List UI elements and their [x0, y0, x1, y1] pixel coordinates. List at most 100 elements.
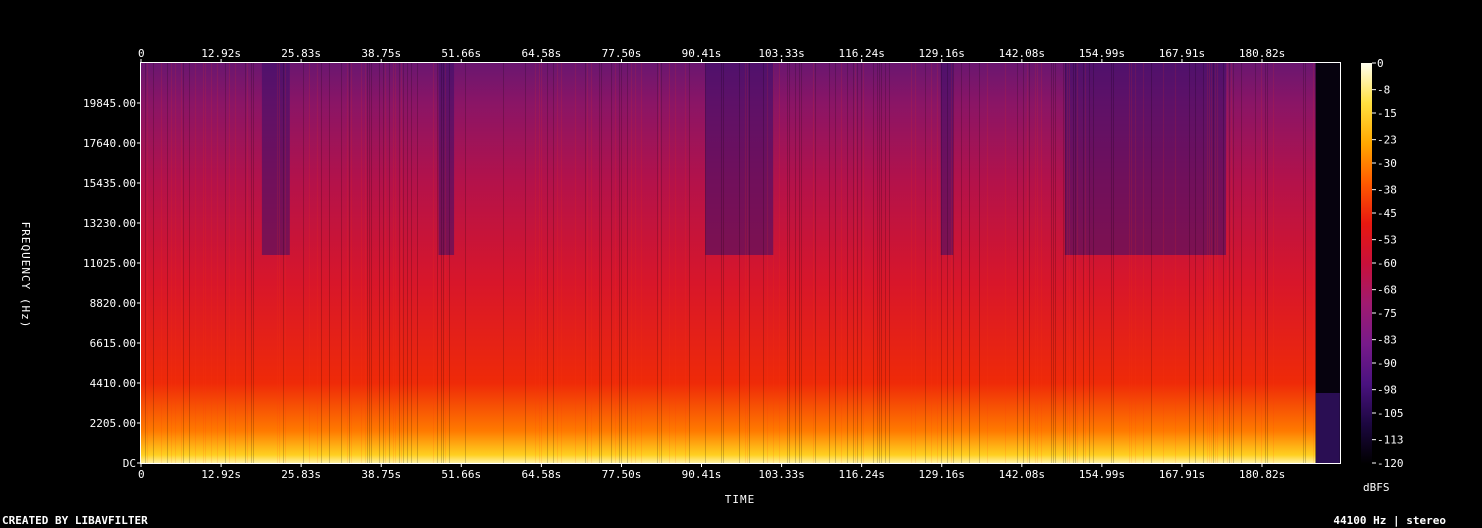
streak — [147, 63, 148, 463]
streak — [669, 63, 670, 463]
streak — [329, 63, 330, 463]
streak — [407, 63, 408, 463]
x-axis-label: TIME — [725, 493, 756, 506]
streak — [525, 63, 526, 463]
x-tick-label: 180.82s — [1239, 47, 1285, 60]
colorbar-tick-label: -23 — [1377, 134, 1397, 147]
streak — [535, 63, 536, 463]
streak — [1227, 63, 1228, 463]
streak — [789, 63, 790, 463]
colorbar-tick-label: -38 — [1377, 184, 1397, 197]
streak — [445, 63, 446, 463]
streak — [195, 63, 196, 463]
streak — [367, 63, 368, 463]
x-tick-label: 167.91s — [1159, 47, 1205, 60]
streak — [1131, 63, 1132, 463]
streak — [685, 63, 686, 463]
streak — [417, 63, 418, 463]
x-tick-label: 129.16s — [919, 47, 965, 60]
streak — [225, 63, 226, 463]
streak — [951, 63, 952, 463]
streak — [285, 63, 286, 463]
x-tick-label: 25.83s — [281, 47, 321, 60]
streak — [1073, 63, 1074, 463]
streak — [745, 63, 746, 463]
streak — [441, 63, 442, 463]
streak — [541, 63, 542, 463]
colorbar-tick-label: -15 — [1377, 107, 1397, 120]
streak — [1085, 63, 1086, 463]
streak — [801, 63, 802, 463]
streak — [1241, 63, 1242, 463]
streak — [1267, 63, 1268, 463]
streak — [877, 63, 878, 463]
y-tick-label: 13230.00 — [83, 217, 136, 230]
streak — [1055, 63, 1056, 463]
streak — [987, 63, 988, 463]
streak — [283, 63, 284, 463]
streak — [1215, 63, 1216, 463]
x-tick-label: 0 — [138, 468, 145, 481]
streak — [575, 63, 576, 463]
streak — [393, 63, 394, 463]
x-tick-label: 12.92s — [201, 468, 241, 481]
x-tick-label: 51.66s — [441, 47, 481, 60]
streak — [641, 63, 642, 463]
streak — [1051, 63, 1052, 463]
streak — [153, 63, 154, 463]
streak — [553, 63, 554, 463]
spectrogram-image — [141, 63, 1340, 463]
streak — [861, 63, 862, 463]
colorbar-tick-label: -90 — [1377, 357, 1397, 370]
streak — [253, 63, 254, 463]
streak — [661, 63, 662, 463]
streak — [403, 63, 404, 463]
streak — [947, 63, 948, 463]
colorbar-ticks: 0 -8 -15 -23 -30 -38 -45 -53 -60 -68 -75 -83 -90 -98 -… — [1372, 57, 1404, 470]
colorbar-tick-label: -75 — [1377, 307, 1397, 320]
streak — [621, 63, 622, 463]
streak — [773, 63, 774, 463]
streak — [631, 63, 632, 463]
streak — [369, 63, 370, 463]
streak — [635, 63, 636, 463]
quiet-region — [1163, 63, 1226, 255]
y-tick-label: 6615.00 — [90, 337, 136, 350]
streak — [1303, 63, 1304, 463]
tail-energy — [1315, 393, 1340, 463]
streak — [217, 63, 218, 463]
colorbar-tick-label: -8 — [1377, 84, 1390, 97]
streak — [941, 63, 942, 463]
streak — [1111, 63, 1112, 463]
streak — [365, 63, 366, 463]
x-tick-label: 38.75s — [361, 47, 401, 60]
streak — [857, 63, 858, 463]
x-tick-label: 38.75s — [361, 468, 401, 481]
colorbar-tick-label: 0 — [1377, 57, 1384, 70]
streak — [1113, 63, 1114, 463]
streak — [349, 63, 350, 463]
streak — [1261, 63, 1262, 463]
streak — [1217, 63, 1218, 463]
streak — [361, 63, 362, 463]
streak — [1017, 63, 1018, 463]
y-tick-label: 8820.00 — [90, 297, 136, 310]
x-tick-label: 116.24s — [838, 468, 884, 481]
streak — [389, 63, 390, 463]
audio-info-text: 44100 Hz | stereo — [1333, 514, 1446, 527]
streak — [659, 63, 660, 463]
quiet-region — [438, 63, 455, 255]
streak — [1233, 63, 1234, 463]
streak — [379, 63, 380, 463]
streak — [183, 63, 184, 463]
streak — [689, 63, 690, 463]
spectrogram-chart: 0 12.92s 25.83s 38.75s 51.66s 64.58s 77.50s 90.… — [19, 47, 1404, 506]
streak — [829, 63, 830, 463]
streak — [1229, 63, 1230, 463]
streak — [601, 63, 602, 463]
streak — [723, 63, 724, 463]
streak — [1023, 63, 1024, 463]
x-tick-label: 142.08s — [999, 47, 1045, 60]
streak — [539, 63, 540, 463]
streak — [1035, 63, 1036, 463]
